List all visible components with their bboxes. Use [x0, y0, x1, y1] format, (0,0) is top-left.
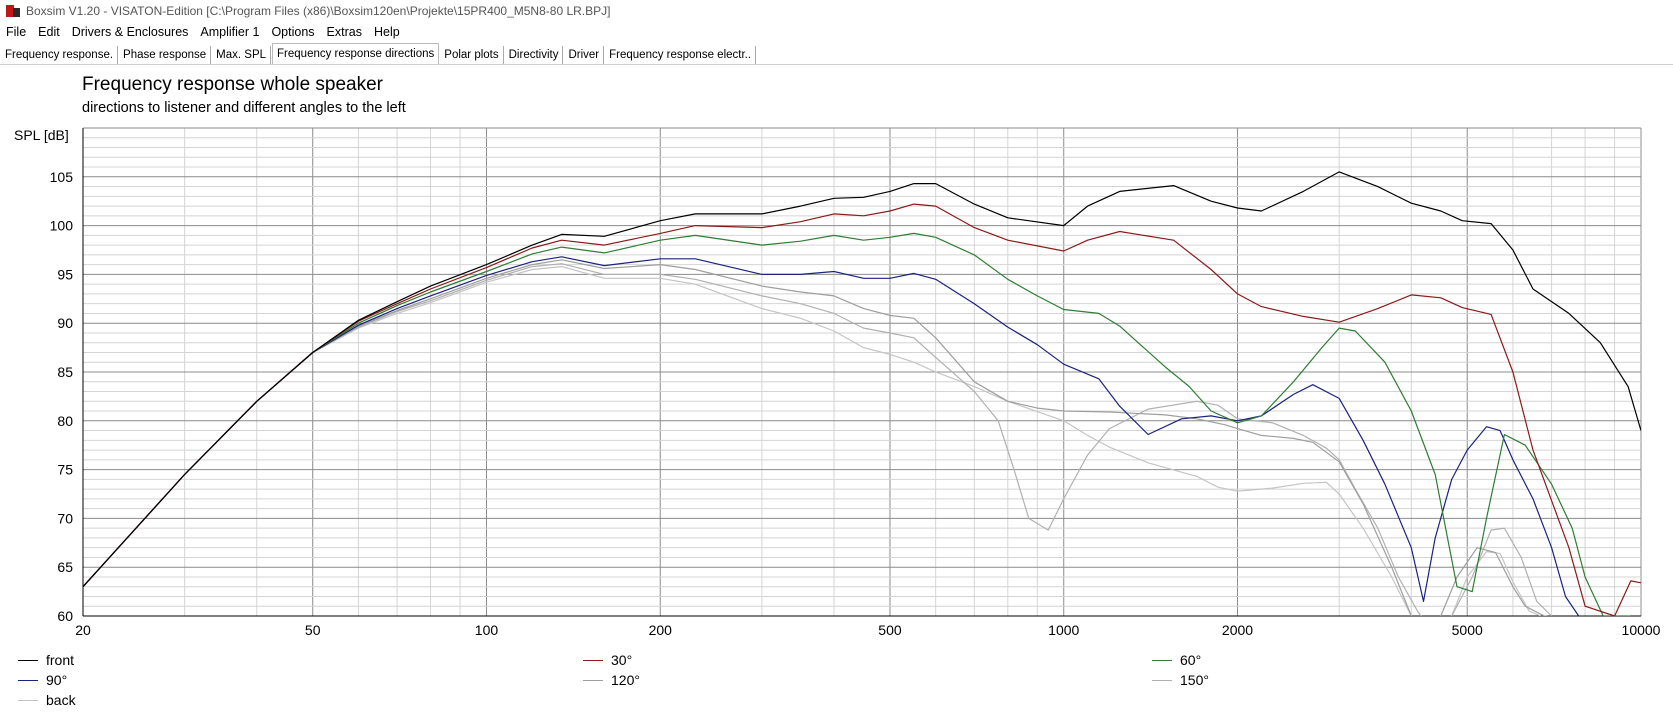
- legend-item-120: 120°: [583, 672, 640, 688]
- x-tick-label: 100: [475, 622, 499, 638]
- chart-title: Frequency response whole speaker: [82, 74, 384, 95]
- legend-item-90: 90°: [18, 672, 67, 688]
- legend-label: 120°: [611, 672, 640, 688]
- y-tick-label: 70: [57, 510, 73, 526]
- legend-swatch: [18, 699, 38, 701]
- legend-swatch: [583, 659, 603, 661]
- legend-swatch: [1152, 679, 1172, 681]
- y-tick-label: 65: [57, 559, 73, 575]
- legend-label: back: [46, 692, 76, 708]
- legend-item-30: 30°: [583, 652, 632, 668]
- legend-item-150: 150°: [1152, 672, 1209, 688]
- legend-swatch: [18, 659, 38, 661]
- series-line-60deg: [83, 232, 1631, 616]
- legend-label: 30°: [611, 652, 633, 668]
- x-tick-label: 20: [75, 622, 91, 638]
- legend-item-front: front: [18, 652, 74, 668]
- legend-swatch: [18, 679, 38, 681]
- legend-label: 90°: [46, 672, 68, 688]
- series-line-90deg: [83, 256, 1580, 616]
- series-line-back: [83, 266, 1541, 616]
- x-tick-label: 200: [649, 622, 673, 638]
- x-tick-label: 2000: [1222, 622, 1253, 638]
- y-tick-label: 90: [57, 315, 73, 331]
- x-tick-label: 500: [878, 622, 902, 638]
- chart-subtitle: directions to listener and different ang…: [82, 100, 406, 116]
- legend-label: 150°: [1180, 672, 1209, 688]
- legend-swatch: [583, 679, 603, 681]
- series-line-30deg: [83, 203, 1641, 616]
- x-tick-label: 5000: [1452, 622, 1483, 638]
- legend-swatch: [1152, 659, 1172, 661]
- legend-label: 60°: [1180, 652, 1202, 668]
- legend-label: front: [46, 652, 75, 668]
- y-tick-label: 85: [57, 364, 73, 380]
- y-tick-label: 80: [57, 413, 73, 429]
- legend-item-back: back: [18, 692, 76, 708]
- y-tick-label: 100: [50, 218, 74, 234]
- y-tick-label: 95: [57, 266, 73, 282]
- series-line-front: [83, 171, 1641, 588]
- x-tick-label: 10000: [1622, 622, 1661, 638]
- y-tick-label: 60: [57, 608, 73, 624]
- x-tick-label: 50: [305, 622, 321, 638]
- x-tick-label: 1000: [1048, 622, 1079, 638]
- y-axis-label: SPL [dB]: [14, 127, 69, 143]
- legend-item-60: 60°: [1152, 652, 1201, 668]
- y-tick-label: 75: [57, 462, 73, 478]
- series-line-120deg: [83, 259, 1549, 616]
- y-tick-label: 105: [50, 169, 74, 185]
